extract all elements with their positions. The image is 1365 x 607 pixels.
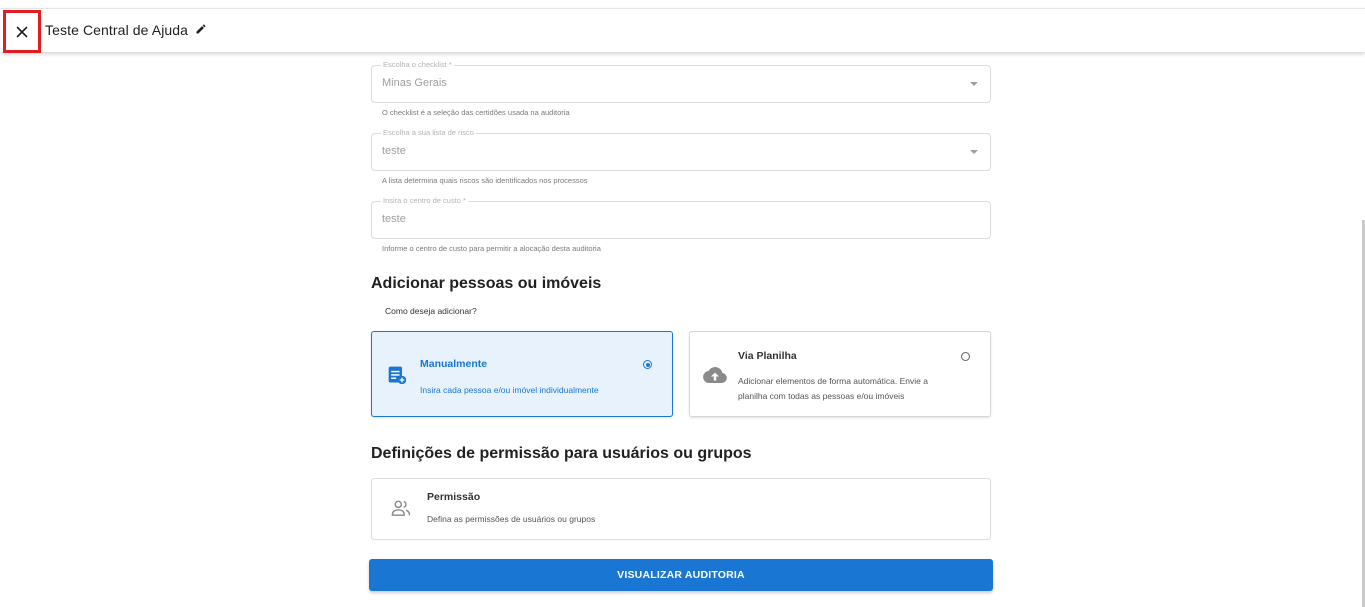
option-manual-radio[interactable] [643,360,652,369]
checklist-select[interactable]: Escolha o checklist * Minas Gerais [371,60,991,103]
risk-list-helper: A lista determina quais riscos são ident… [382,176,588,185]
cost-center-value: teste [382,213,406,225]
option-spreadsheet-radio[interactable] [961,352,970,361]
chevron-down-icon [970,82,978,86]
risk-list-value: teste [382,145,406,157]
risk-list-label: Escolha a sua lista de risco [381,128,476,138]
option-manual-card[interactable]: Manualmente Insira cada pessoa e/ou imóv… [371,331,673,417]
chevron-down-icon [970,150,978,154]
permission-card-title: Permissão [427,491,481,503]
people-icon [391,500,411,516]
playlist-add-icon [388,366,407,385]
page-title: Teste Central de Ajuda [45,22,189,38]
checklist-helper: O checklist é a seleção das certidões us… [382,108,570,117]
cost-center-helper: Informe o centro de custo para permitir … [382,244,601,253]
close-button[interactable] [3,10,41,53]
cost-center-label: Insira o centro de custo * [381,196,468,206]
cloud-upload-icon [703,366,727,383]
permission-card-description: Defina as permissões de usuários ou grup… [427,514,596,524]
add-section-title: Adicionar pessoas ou imóveis [371,275,602,292]
app-header: Teste Central de Ajuda [0,8,1365,53]
checklist-value: Minas Gerais [382,77,447,89]
option-spreadsheet-card[interactable]: Via Planilha Adicionar elementos de form… [689,331,991,417]
risk-list-select[interactable]: Escolha a sua lista de risco teste [371,128,991,171]
option-spreadsheet-description-line1: Adicionar elementos de forma automática.… [738,376,928,386]
option-spreadsheet-description-line2: planilha com todas as pessoas e/ou imóve… [738,391,905,401]
close-icon [16,26,28,37]
add-question: Como deseja adicionar? [385,306,477,316]
option-manual-description: Insira cada pessoa e/ou imóvel individua… [420,385,599,395]
checklist-label: Escolha o checklist * [381,60,454,70]
permissions-section-title: Definições de permissão para usuários ou… [371,445,752,462]
edit-pencil-icon[interactable] [195,23,207,35]
option-manual-title: Manualmente [420,358,488,370]
view-audit-button[interactable]: VISUALIZAR AUDITORIA [369,559,993,591]
permission-card[interactable]: Permissão Defina as permissões de usuári… [371,478,991,540]
option-spreadsheet-title: Via Planilha [738,350,797,362]
cost-center-input[interactable]: Insira o centro de custo * teste [371,196,991,239]
